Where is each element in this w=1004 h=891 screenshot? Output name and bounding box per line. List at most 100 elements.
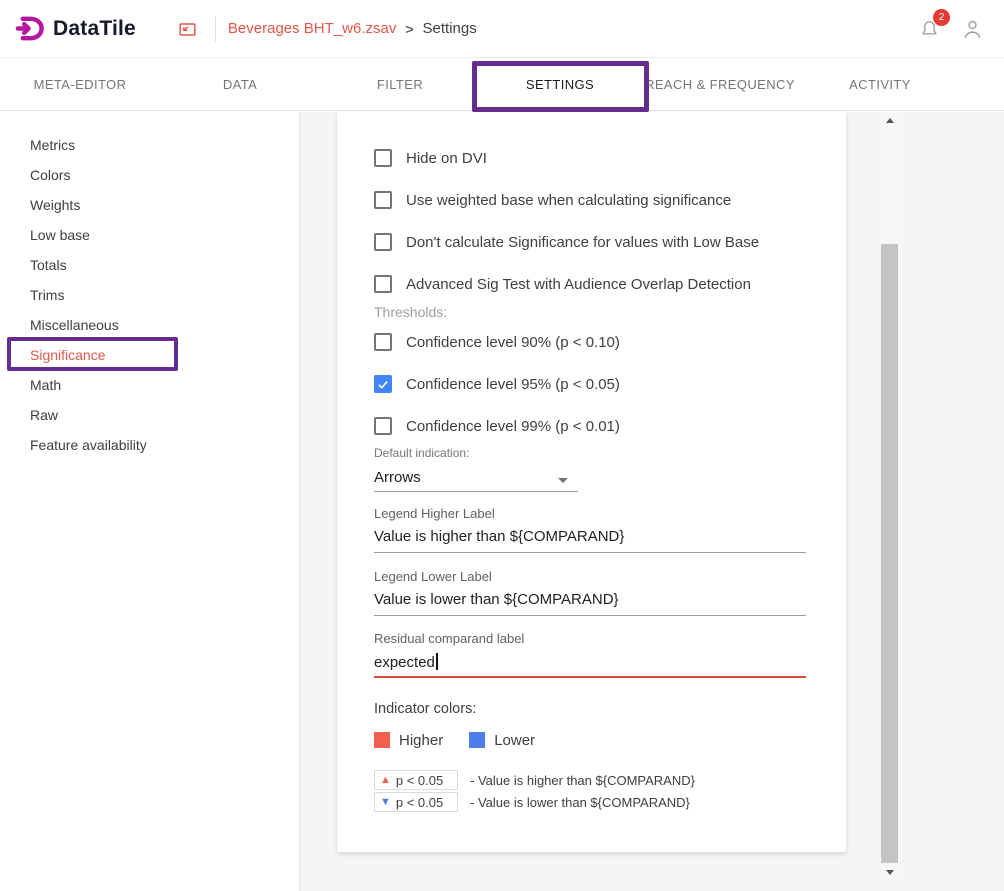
tab-label: DATA <box>223 77 257 92</box>
legend-threshold: p < 0.05 <box>396 795 443 810</box>
checkbox-icon <box>374 375 392 393</box>
content-area: Metrics Colors Weights Low base Totals T… <box>0 112 1004 891</box>
app-logo[interactable]: DataTile <box>14 14 136 43</box>
project-folder-button[interactable] <box>176 18 199 40</box>
legend-preview-lower: ▼ p < 0.05 - Value is lower than ${COMPA… <box>374 792 846 812</box>
sidebar-item-raw[interactable]: Raw <box>0 400 299 430</box>
checkbox-icon <box>374 275 392 293</box>
checkbox-icon <box>374 233 392 251</box>
input-value: expected <box>374 654 435 671</box>
sidebar-item-trims[interactable]: Trims <box>0 280 299 310</box>
tab-filter[interactable]: FILTER <box>320 58 480 110</box>
sidebar-item-colors[interactable]: Colors <box>0 160 299 190</box>
legend-chip-higher: ▲ p < 0.05 <box>374 770 458 790</box>
scroll-down-arrow-icon <box>886 870 894 875</box>
scrollbar-thumb[interactable] <box>881 244 898 863</box>
checkbox-confidence-90[interactable]: Confidence level 90% (p < 0.10) <box>374 333 620 351</box>
breadcrumb-chevron-icon: > <box>405 21 413 37</box>
indicator-color-swatches: Higher Lower <box>374 730 846 750</box>
app-window: DataTile Beverages BHT_w6.zsav > Setting… <box>0 0 1004 891</box>
tab-label: SETTINGS <box>526 77 594 92</box>
folder-back-icon <box>176 18 199 40</box>
lower-color-swatch[interactable] <box>469 732 485 748</box>
legend-description: - Value is lower than ${COMPARAND} <box>470 795 690 810</box>
legend-higher-input[interactable]: Value is higher than ${COMPARAND} <box>374 528 806 553</box>
header-actions: 2 <box>918 17 984 41</box>
logo-text: DataTile <box>53 17 136 41</box>
scroll-up-arrow-icon <box>886 118 894 123</box>
residual-comparand-input[interactable]: expected <box>374 653 806 678</box>
breadcrumb-project[interactable]: Beverages BHT_w6.zsav <box>228 20 396 37</box>
lower-swatch-label: Lower <box>494 732 535 749</box>
tab-data[interactable]: DATA <box>160 58 320 110</box>
account-button[interactable] <box>961 17 984 41</box>
datatile-logo-icon <box>14 14 47 43</box>
input-value: Value is higher than ${COMPARAND} <box>374 528 624 545</box>
legend-lower-label: Legend Lower Label <box>374 569 846 585</box>
tab-meta-editor[interactable]: META-EDITOR <box>0 58 160 110</box>
checkbox-weighted-base[interactable]: Use weighted base when calculating signi… <box>374 191 731 209</box>
checkbox-icon <box>374 191 392 209</box>
notification-badge: 2 <box>933 9 950 26</box>
tab-settings[interactable]: SETTINGS <box>480 58 640 110</box>
settings-main: Hide on DVI Use weighted base when calcu… <box>300 112 1004 891</box>
checkbox-label: Confidence level 99% (p < 0.01) <box>406 418 620 435</box>
breadcrumb: Beverages BHT_w6.zsav > Settings <box>228 20 477 37</box>
checkbox-advanced-sig-test[interactable]: Advanced Sig Test with Audience Overlap … <box>374 275 751 293</box>
sidebar-item-weights[interactable]: Weights <box>0 190 299 220</box>
person-icon <box>961 17 984 41</box>
app-header: DataTile Beverages BHT_w6.zsav > Setting… <box>0 0 1004 58</box>
checkbox-icon <box>374 417 392 435</box>
sidebar-item-significance[interactable]: Significance <box>0 340 299 370</box>
checkbox-label: Confidence level 95% (p < 0.05) <box>406 376 620 393</box>
select-value: Arrows <box>374 469 421 486</box>
vertical-scrollbar[interactable] <box>881 112 898 881</box>
indicator-colors-label: Indicator colors: <box>374 699 846 719</box>
scroll-up-button[interactable] <box>881 112 898 129</box>
higher-swatch-label: Higher <box>399 732 443 749</box>
text-cursor <box>436 653 438 670</box>
default-indication-select[interactable]: Arrows <box>374 469 578 492</box>
tab-label: REACH & FREQUENCY <box>645 77 795 92</box>
sidebar-item-low-base[interactable]: Low base <box>0 220 299 250</box>
tab-label: META-EDITOR <box>34 77 127 92</box>
input-value: Value is lower than ${COMPARAND} <box>374 591 619 608</box>
chevron-down-icon <box>558 478 568 483</box>
legend-lower-input[interactable]: Value is lower than ${COMPARAND} <box>374 591 806 616</box>
checkbox-icon <box>374 333 392 351</box>
sidebar-item-metrics[interactable]: Metrics <box>0 130 299 160</box>
higher-color-swatch[interactable] <box>374 732 390 748</box>
main-tabbar: META-EDITOR DATA FILTER SETTINGS REACH &… <box>0 58 1004 111</box>
tab-reach-frequency[interactable]: REACH & FREQUENCY <box>640 58 800 110</box>
tab-label: ACTIVITY <box>849 77 911 92</box>
scroll-down-button[interactable] <box>881 864 898 881</box>
legend-higher-label: Legend Higher Label <box>374 506 846 522</box>
checkbox-no-significance-low-base[interactable]: Don't calculate Significance for values … <box>374 233 759 251</box>
default-indication-label: Default indication: <box>374 446 846 460</box>
significance-settings-panel: Hide on DVI Use weighted base when calcu… <box>337 112 846 852</box>
checkbox-label: Advanced Sig Test with Audience Overlap … <box>406 276 751 293</box>
legend-description: - Value is higher than ${COMPARAND} <box>470 773 695 788</box>
residual-comparand-label: Residual comparand label <box>374 631 846 647</box>
sidebar-item-math[interactable]: Math <box>0 370 299 400</box>
sidebar-item-miscellaneous[interactable]: Miscellaneous <box>0 310 299 340</box>
checkbox-label: Hide on DVI <box>406 150 487 167</box>
legend-threshold: p < 0.05 <box>396 773 443 788</box>
checkbox-hide-on-dvi[interactable]: Hide on DVI <box>374 149 487 167</box>
sidebar-item-totals[interactable]: Totals <box>0 250 299 280</box>
notifications-button[interactable]: 2 <box>918 17 941 41</box>
tab-label: FILTER <box>377 77 423 92</box>
legend-chip-lower: ▼ p < 0.05 <box>374 792 458 812</box>
checkbox-confidence-95[interactable]: Confidence level 95% (p < 0.05) <box>374 375 620 393</box>
down-triangle-icon: ▼ <box>380 797 391 808</box>
header-divider <box>215 16 216 42</box>
settings-sidebar: Metrics Colors Weights Low base Totals T… <box>0 112 300 891</box>
up-triangle-icon: ▲ <box>380 775 391 786</box>
sidebar-item-feature-availability[interactable]: Feature availability <box>0 430 299 460</box>
tab-activity[interactable]: ACTIVITY <box>800 58 960 110</box>
legend-preview-higher: ▲ p < 0.05 - Value is higher than ${COMP… <box>374 770 846 790</box>
checkbox-label: Use weighted base when calculating signi… <box>406 192 731 209</box>
checkbox-label: Don't calculate Significance for values … <box>406 234 759 251</box>
checkbox-confidence-99[interactable]: Confidence level 99% (p < 0.01) <box>374 417 620 435</box>
checkbox-label: Confidence level 90% (p < 0.10) <box>406 334 620 351</box>
